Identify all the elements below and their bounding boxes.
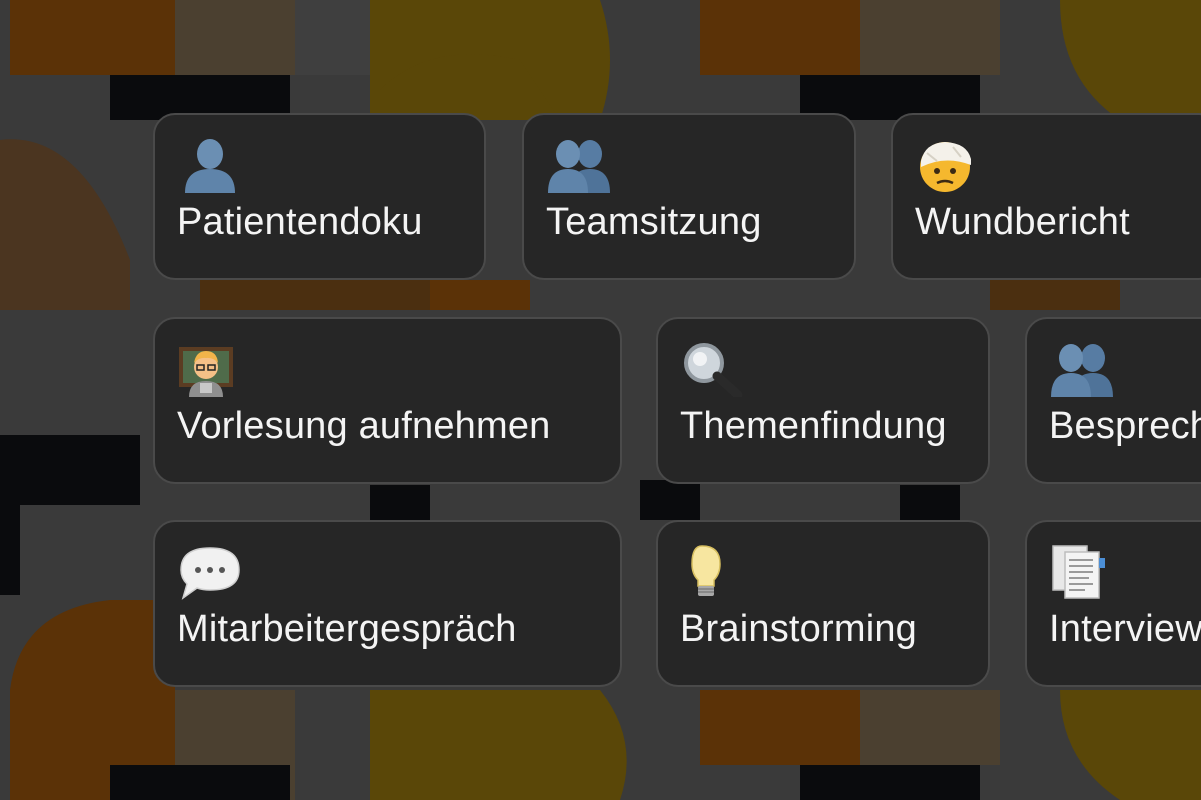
document-icon bbox=[1052, 545, 1105, 599]
tile-mitarbeitergespraech[interactable]: Mitarbeitergespräch bbox=[153, 520, 622, 687]
tile-themenfindung[interactable]: Themenfindung bbox=[656, 317, 990, 484]
tile-label: Brainstorming bbox=[680, 608, 918, 650]
tile-label: Wundbericht bbox=[915, 201, 1130, 243]
tile-teamsitzung[interactable]: Teamsitzung bbox=[522, 113, 856, 280]
busts-in-silhouette-icon bbox=[548, 140, 610, 193]
teacher-icon bbox=[179, 347, 233, 397]
tile-label: Mitarbeitergespräch bbox=[177, 608, 517, 650]
face-with-head-bandage-icon bbox=[920, 142, 971, 192]
tile-label: Besprech bbox=[1049, 405, 1201, 447]
busts-in-silhouette-icon bbox=[1051, 344, 1113, 397]
tile-besprechung[interactable]: Besprech bbox=[1025, 317, 1201, 484]
tile-interview[interactable]: Interview bbox=[1025, 520, 1201, 687]
light-bulb-icon bbox=[691, 545, 721, 596]
tile-brainstorming[interactable]: Brainstorming bbox=[656, 520, 990, 687]
tile-label: Interview bbox=[1049, 608, 1201, 650]
tile-label: Themenfindung bbox=[680, 405, 947, 447]
bust-in-silhouette-icon bbox=[185, 139, 235, 193]
tile-label: Teamsitzung bbox=[546, 201, 762, 243]
tile-vorlesung-aufnehmen[interactable]: Vorlesung aufnehmen bbox=[153, 317, 622, 484]
tile-wundbericht[interactable]: Wundbericht bbox=[891, 113, 1201, 280]
tile-label: Vorlesung aufnehmen bbox=[177, 405, 551, 447]
tile-patientendoku[interactable]: Patientendoku bbox=[153, 113, 486, 280]
speech-bubble-icon bbox=[180, 547, 240, 600]
tile-label: Patientendoku bbox=[177, 201, 423, 243]
magnifying-glass-icon bbox=[684, 343, 743, 397]
